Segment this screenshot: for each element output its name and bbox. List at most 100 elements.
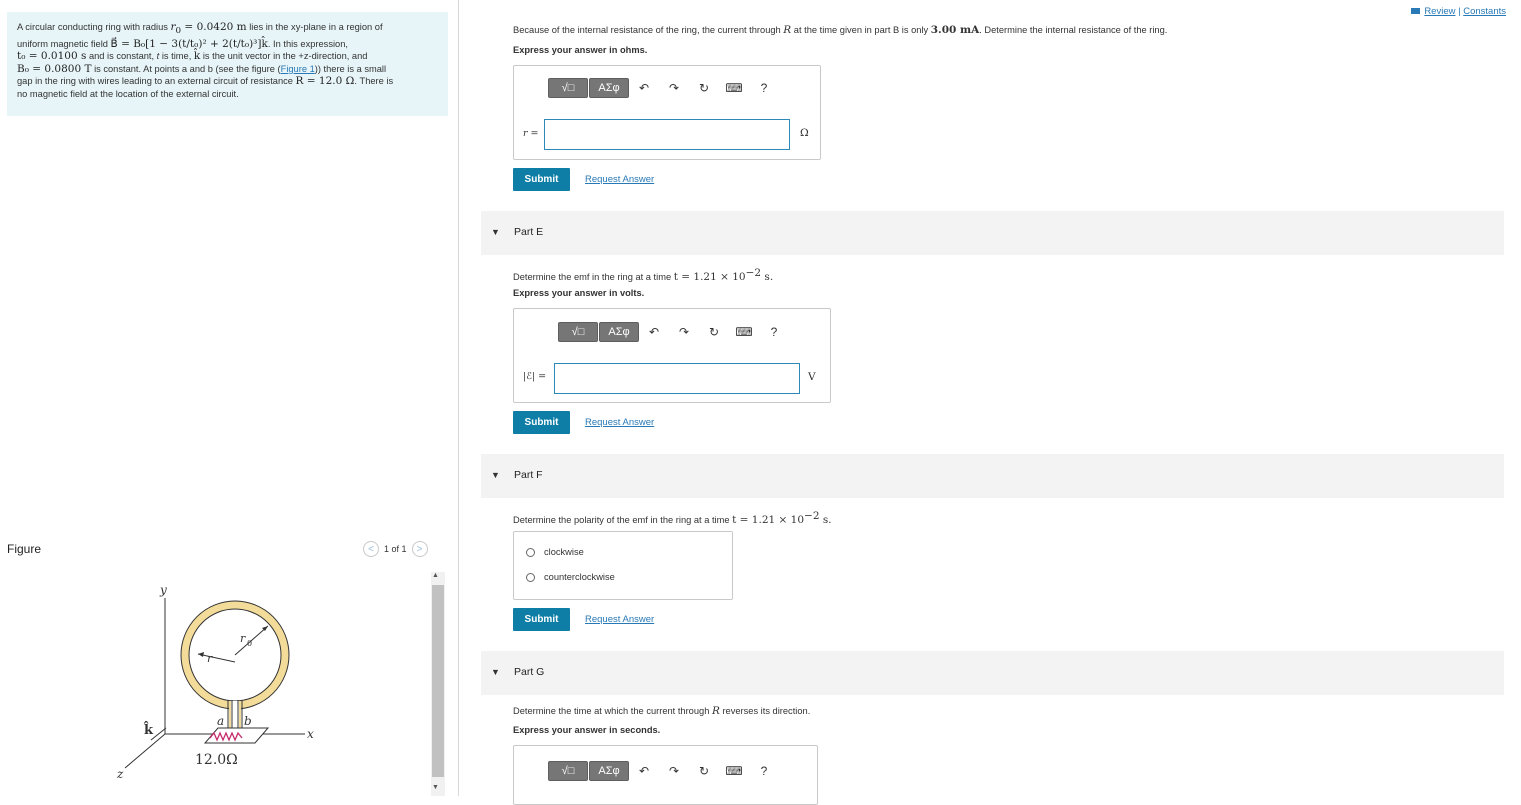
- figure-link[interactable]: Figure 1: [281, 64, 315, 74]
- r-expression: R = 12.0 Ω: [295, 75, 355, 88]
- volt-unit: V: [808, 371, 816, 383]
- caret-down-icon: ▼: [491, 227, 500, 237]
- partG-title: Part G: [514, 666, 545, 678]
- t0-expression: t₀ = 0.0100 s: [17, 50, 87, 63]
- math-toolbar: √□ ΑΣφ ↶ ↷ ↻ ⌨ ?: [558, 322, 789, 342]
- r0-sub-label: 0: [247, 639, 252, 648]
- problem-text: )) there is a small: [314, 63, 387, 74]
- greek-button[interactable]: ΑΣφ: [589, 761, 629, 781]
- constants-link[interactable]: Constants: [1463, 6, 1506, 17]
- problem-text: is constant. At points a and b (see the …: [91, 63, 281, 74]
- problem-text: and is constant,: [86, 51, 157, 62]
- reset-icon[interactable]: ↻: [689, 81, 719, 95]
- problem-text: no magnetic field at the location of the…: [17, 89, 239, 100]
- chevron-left-icon: <: [368, 543, 374, 555]
- undo-icon[interactable]: ↶: [629, 764, 659, 778]
- prev-figure-button[interactable]: <: [363, 541, 379, 557]
- partF-submit-button[interactable]: Submit: [513, 608, 570, 631]
- next-figure-button[interactable]: >: [411, 541, 428, 557]
- scroll-down-icon[interactable]: ▼: [432, 784, 439, 791]
- undo-icon[interactable]: ↶: [629, 81, 659, 95]
- panel-divider: [458, 0, 459, 796]
- template-icon: √□: [571, 326, 585, 338]
- partE-question: Determine the emf in the ring at a time …: [513, 267, 773, 283]
- time-exponent: −2: [804, 510, 820, 522]
- greek-icon: ΑΣφ: [598, 765, 620, 777]
- partE-title: Part E: [514, 226, 544, 238]
- problem-text: . In this expression,: [267, 38, 348, 49]
- clockwise-radio[interactable]: clockwise: [526, 547, 584, 557]
- question-text: Because of the internal resistance of th…: [513, 25, 784, 35]
- template-button[interactable]: √□: [548, 761, 588, 781]
- help-icon[interactable]: ?: [749, 81, 779, 95]
- time-exponent: −2: [745, 267, 762, 279]
- partG-answer-box: √□ ΑΣφ ↶ ↷ ↻ ⌨ ?: [513, 745, 818, 805]
- radio-icon: [526, 572, 535, 582]
- math-toolbar: √□ ΑΣφ ↶ ↷ ↻ ⌨ ?: [548, 761, 779, 781]
- figure-title: Figure: [7, 542, 42, 556]
- caret-down-icon: ▼: [491, 667, 500, 677]
- r-input-label: r =: [523, 128, 539, 139]
- ring-figure: y x z k̂ r r 0 a b 12.0Ω: [116, 583, 314, 781]
- partE-submit-button[interactable]: Submit: [513, 411, 570, 434]
- question-text: Determine the emf in the ring at a time: [513, 272, 674, 283]
- review-link[interactable]: Review: [1424, 6, 1455, 17]
- redo-icon[interactable]: ↷: [659, 764, 689, 778]
- partD-question: Because of the internal resistance of th…: [513, 24, 1167, 36]
- partE-express: Express your answer in volts.: [513, 288, 645, 298]
- figure-pager: < 1 of 1 >: [363, 541, 428, 557]
- r-label: r: [207, 652, 213, 665]
- partF-request-answer-link[interactable]: Request Answer: [585, 614, 654, 625]
- template-button[interactable]: √□: [548, 78, 588, 98]
- link-separator: |: [1458, 6, 1461, 17]
- r0-label: r: [240, 632, 246, 645]
- scroll-up-icon[interactable]: ▲: [432, 572, 439, 579]
- keyboard-icon[interactable]: ⌨: [729, 325, 759, 339]
- problem-text: gap in the ring with wires leading to an…: [17, 76, 296, 87]
- field-expression: B⃗ = B₀[1 − 3(t/t₀)² + 2(t/t₀)³]k̂: [110, 37, 268, 50]
- greek-button[interactable]: ΑΣφ: [589, 78, 629, 98]
- partD-request-answer-link[interactable]: Request Answer: [585, 174, 654, 185]
- partE-header[interactable]: ▼ Part E: [481, 211, 1504, 255]
- r-arrow: [197, 653, 236, 663]
- k-label: k̂: [143, 721, 154, 738]
- partE-request-answer-link[interactable]: Request Answer: [585, 417, 654, 428]
- partG-express: Express your answer in seconds.: [513, 725, 661, 735]
- b0-expression: B₀ = 0.0800 T: [17, 62, 92, 75]
- keyboard-icon[interactable]: ⌨: [719, 81, 749, 95]
- counterclockwise-radio[interactable]: counterclockwise: [526, 572, 615, 582]
- radio-label: clockwise: [544, 547, 584, 557]
- time-unit: s.: [761, 271, 774, 284]
- partD-submit-button[interactable]: Submit: [513, 168, 570, 191]
- greek-button[interactable]: ΑΣφ: [599, 322, 639, 342]
- template-icon: √□: [561, 82, 575, 94]
- time-unit: s.: [819, 514, 832, 527]
- r-symbol: R: [711, 705, 720, 717]
- a-label: a: [217, 714, 224, 728]
- greek-icon: ΑΣφ: [608, 326, 630, 338]
- template-button[interactable]: √□: [558, 322, 598, 342]
- chevron-right-icon: >: [416, 543, 423, 555]
- r-input[interactable]: [544, 119, 790, 150]
- help-icon[interactable]: ?: [749, 764, 779, 778]
- question-text: reverses its direction.: [719, 706, 811, 716]
- help-icon[interactable]: ?: [759, 325, 789, 339]
- time-value: t = 1.21 × 10: [673, 271, 746, 284]
- figure-scroll-thumb[interactable]: [432, 585, 444, 777]
- figure-page-count: 1 of 1: [384, 544, 407, 554]
- redo-icon[interactable]: ↷: [659, 81, 689, 95]
- partD-express: Express your answer in ohms.: [513, 45, 648, 55]
- undo-icon[interactable]: ↶: [639, 325, 669, 339]
- radio-icon: [526, 547, 535, 557]
- redo-icon[interactable]: ↷: [669, 325, 699, 339]
- partG-header[interactable]: ▼ Part G: [481, 651, 1504, 695]
- keyboard-icon[interactable]: ⌨: [719, 764, 749, 778]
- partF-title: Part F: [514, 469, 543, 481]
- book-icon: [1411, 8, 1421, 15]
- reset-icon[interactable]: ↻: [689, 764, 719, 778]
- template-icon: √□: [561, 765, 575, 777]
- header-links: Review | Constants: [1411, 6, 1506, 17]
- emf-input[interactable]: [554, 363, 800, 394]
- partF-header[interactable]: ▼ Part F: [481, 454, 1504, 498]
- reset-icon[interactable]: ↻: [699, 325, 729, 339]
